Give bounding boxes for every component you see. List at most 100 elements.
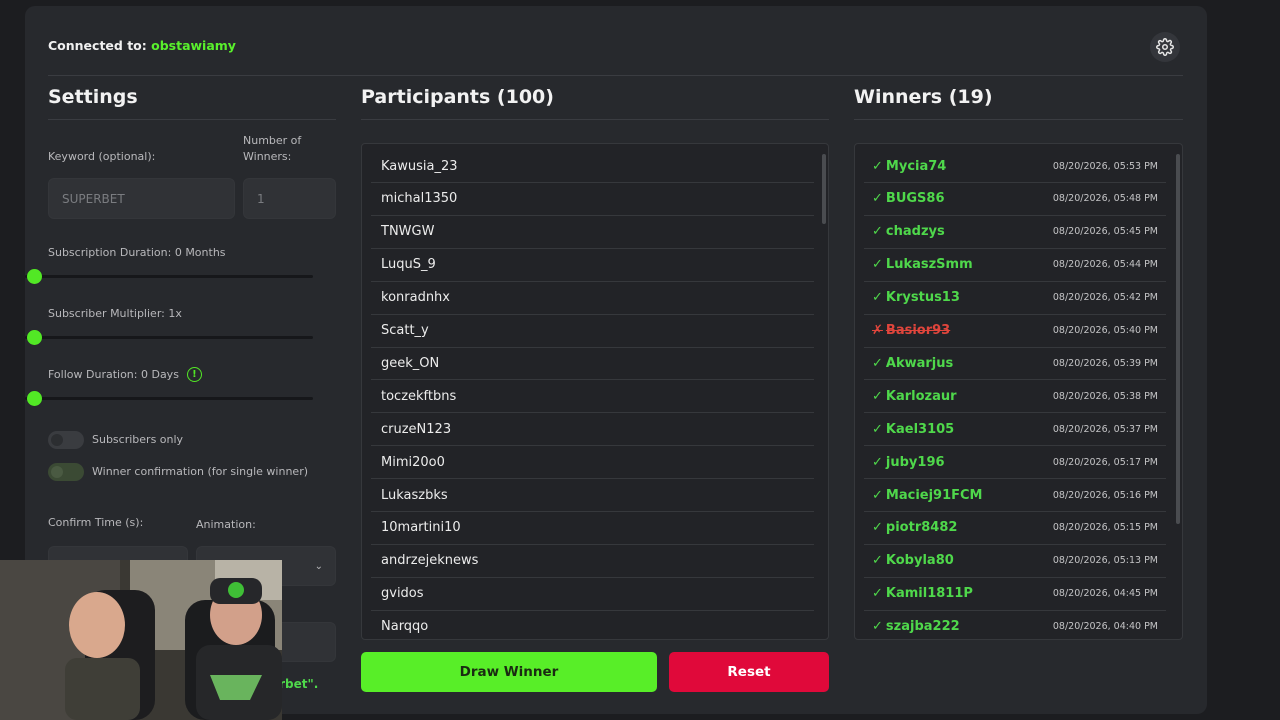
follow-duration-label: Follow Duration: 0 Days [48, 368, 179, 381]
winner-name: ✓ LukaszSmm [872, 257, 973, 272]
keyword-input[interactable]: SUPERBET [48, 178, 235, 219]
cross-icon: ✗ [872, 323, 883, 338]
winner-row[interactable]: ✓ Kobyla80 08/20/2026, 05:13 PM [864, 545, 1166, 578]
participant-row[interactable]: gvidos [371, 578, 814, 611]
participant-row[interactable]: TNWGW [371, 216, 814, 249]
sub-duration-slider[interactable] [25, 269, 313, 284]
winner-row[interactable]: ✓ chadzys 08/20/2026, 05:45 PM [864, 216, 1166, 249]
winners-count-input[interactable]: 1 [243, 178, 336, 219]
participants-panel: Participants (100) [361, 86, 829, 120]
participant-row[interactable]: Scatt_y [371, 315, 814, 348]
participant-row[interactable]: Mimi20o0 [371, 446, 814, 480]
participant-row[interactable]: Lukaszbks [371, 479, 814, 512]
winner-row[interactable]: ✓ piotr8482 08/20/2026, 05:15 PM [864, 512, 1166, 545]
top-bar: Connected to: obstawiamy [48, 32, 1183, 76]
participants-list[interactable]: Kawusia_23 michal1350 TNWGW LuquS_9 konradnh… [361, 143, 829, 640]
winner-row[interactable]: ✓ juby196 08/20/2026, 05:17 PM [864, 446, 1166, 480]
check-icon: ✓ [872, 553, 883, 569]
connected-label: Connected to: [48, 38, 147, 53]
winner-name: ✗ Basior93 [872, 323, 950, 338]
winner-name: ✓ BUGS86 [872, 191, 945, 206]
webcam-video [0, 560, 282, 720]
winner-row[interactable]: ✓ LukaszSmm 08/20/2026, 05:44 PM [864, 249, 1166, 282]
winner-name: ✓ Kael3105 [872, 422, 954, 437]
check-icon: ✓ [872, 586, 883, 602]
winner-name: ✓ Mycia74 [872, 159, 946, 174]
winner-row[interactable]: ✓ Akwarjus 08/20/2026, 05:39 PM [864, 347, 1166, 381]
slider-thumb[interactable] [27, 391, 42, 406]
winner-timestamp: 08/20/2026, 04:40 PM [1052, 621, 1158, 633]
winner-row[interactable]: ✓ Karlozaur 08/20/2026, 05:38 PM [864, 380, 1166, 414]
winner-name: ✓ Karlozaur [872, 389, 957, 404]
participant-name: geek_ON [381, 355, 440, 371]
winners-panel: Winners (19) [854, 86, 1183, 120]
confirm-time-label: Confirm Time (s): [48, 516, 144, 529]
participants-scrollbar[interactable] [822, 154, 826, 224]
toggle-knob [51, 434, 63, 446]
winners-list[interactable]: ✓ Mycia74 08/20/2026, 05:53 PM ✓ BUGS86 08/20… [854, 143, 1183, 640]
info-icon[interactable]: ! [186, 367, 202, 382]
participant-row[interactable]: toczekftbns [371, 380, 814, 414]
winners-title: Winners (19) [854, 86, 1183, 120]
keyword-label: Keyword (optional): [48, 150, 156, 163]
check-icon: ✓ [872, 619, 883, 635]
sub-multiplier-slider[interactable] [25, 330, 313, 345]
toggle-knob [51, 466, 63, 478]
connection-status: Connected to: obstawiamy [48, 38, 236, 53]
winner-username: BUGS86 [885, 191, 945, 207]
winner-row[interactable]: ✓ szajba222 08/20/2026, 04:40 PM [864, 611, 1166, 639]
participant-row[interactable]: Kawusia_23 [371, 150, 814, 183]
slider-track [25, 336, 313, 339]
winners-scrollbar[interactable] [1176, 154, 1180, 524]
participant-row[interactable]: konradnhx [371, 282, 814, 315]
winner-timestamp: 08/20/2026, 05:44 PM [1052, 259, 1158, 271]
winner-timestamp: 08/20/2026, 04:45 PM [1052, 588, 1158, 600]
winner-row[interactable]: ✓ Kamil1811P 08/20/2026, 04:45 PM [864, 578, 1166, 611]
winner-confirmation-label: Winner confirmation (for single winner) [92, 465, 309, 478]
participant-name: 10martini10 [381, 520, 461, 536]
check-icon: ✓ [872, 191, 883, 207]
winner-row[interactable]: ✓ Kael3105 08/20/2026, 05:37 PM [864, 413, 1166, 447]
slider-thumb[interactable] [27, 330, 42, 345]
participant-row[interactable]: 10martini10 [371, 512, 814, 545]
participant-name: Mimi20o0 [381, 454, 445, 470]
participant-name: michal1350 [381, 191, 458, 207]
winner-timestamp: 08/20/2026, 05:15 PM [1052, 522, 1158, 534]
settings-title: Settings [48, 86, 336, 120]
winner-row[interactable]: ✓ Mycia74 08/20/2026, 05:53 PM [864, 150, 1166, 183]
reset-button[interactable]: Reset [669, 652, 829, 692]
participant-row[interactable]: LuquS_9 [371, 249, 814, 282]
participant-name: gvidos [381, 586, 424, 602]
slider-thumb[interactable] [27, 269, 42, 284]
winner-timestamp: 08/20/2026, 05:17 PM [1052, 456, 1158, 468]
winner-username: Basior93 [885, 323, 951, 338]
winner-timestamp: 08/20/2026, 05:38 PM [1052, 390, 1158, 402]
participant-name: konradnhx [381, 290, 450, 306]
winner-row[interactable]: ✓ BUGS86 08/20/2026, 05:48 PM [864, 183, 1166, 216]
participant-row[interactable]: Narqqo [371, 611, 814, 639]
winner-username: Kobyla80 [885, 553, 954, 569]
participant-row[interactable]: andrzejeknews [371, 545, 814, 578]
participant-name: Kawusia_23 [381, 158, 458, 174]
winner-row[interactable]: ✓ Krystus13 08/20/2026, 05:42 PM [864, 282, 1166, 315]
winner-name: ✓ Kobyla80 [872, 553, 954, 568]
settings-button[interactable] [1150, 32, 1180, 62]
winner-row[interactable]: ✗ Basior93 08/20/2026, 05:40 PM [864, 315, 1166, 348]
participant-name: LuquS_9 [381, 257, 436, 273]
check-icon: ✓ [872, 224, 883, 240]
winner-timestamp: 08/20/2026, 05:16 PM [1052, 489, 1158, 501]
gear-icon [1156, 38, 1174, 56]
draw-winner-button[interactable]: Draw Winner [361, 652, 657, 692]
participant-row[interactable]: geek_ON [371, 347, 814, 381]
winner-timestamp: 08/20/2026, 05:37 PM [1052, 423, 1158, 435]
participant-row[interactable]: michal1350 [371, 183, 814, 216]
follow-duration-slider[interactable] [25, 391, 313, 406]
winner-timestamp: 08/20/2026, 05:39 PM [1052, 357, 1158, 369]
winner-row[interactable]: ✓ Maciej91FCM 08/20/2026, 05:16 PM [864, 479, 1166, 512]
winner-name: ✓ Maciej91FCM [872, 488, 983, 503]
subscribers-only-toggle[interactable] [48, 431, 84, 449]
winner-name: ✓ Kamil1811P [872, 586, 973, 601]
sub-multiplier-label: Subscriber Multiplier: 1x [48, 307, 182, 320]
winner-confirmation-toggle[interactable] [48, 463, 84, 481]
participant-row[interactable]: cruzeN123 [371, 413, 814, 447]
